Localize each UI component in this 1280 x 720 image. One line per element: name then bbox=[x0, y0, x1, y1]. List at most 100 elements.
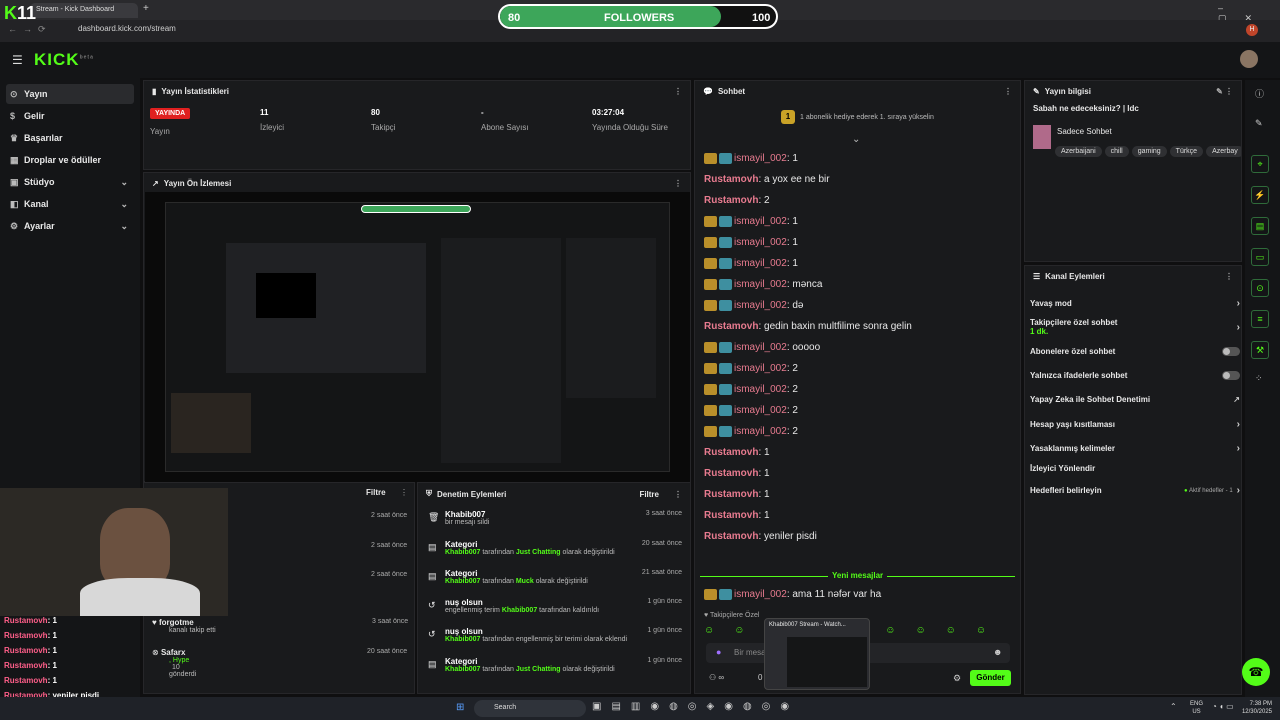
info-icon[interactable]: ⓘ bbox=[1255, 87, 1264, 100]
sidebar-item-ayarlar[interactable]: ⚙ Ayarlar ⌄ bbox=[6, 216, 134, 236]
stream-category[interactable]: Sadece Sohbet bbox=[1057, 127, 1112, 136]
chevron-right-icon: › bbox=[1236, 321, 1240, 333]
more-icon[interactable]: ⋮ bbox=[674, 87, 682, 96]
edit-icon[interactable]: ✎ bbox=[1255, 118, 1263, 129]
filter-button[interactable]: Filtre bbox=[639, 490, 659, 499]
rail-target-icon[interactable]: ⌖ bbox=[1251, 155, 1269, 173]
log-user[interactable]: Khabib007 bbox=[445, 578, 480, 585]
sidebar-item-yayin[interactable]: ⊙ Yayın bbox=[6, 84, 134, 104]
activity-user[interactable]: forgotme bbox=[159, 618, 194, 627]
sidebar-item-basarilar[interactable]: ♛ Başarılar bbox=[6, 128, 134, 148]
toggle-switch[interactable] bbox=[1222, 371, 1240, 380]
collapse-icon[interactable]: ⌄ bbox=[852, 134, 860, 145]
browser-tab[interactable]: Stream - Kick Dashboard bbox=[30, 3, 138, 18]
chat-username[interactable]: ismayil_002 bbox=[734, 300, 787, 311]
rail-chat-icon[interactable]: ▭ bbox=[1251, 248, 1269, 266]
taskbar-clock[interactable]: 7:38 PM 12/30/2025 bbox=[1240, 700, 1272, 716]
sidebar-item-studyo[interactable]: ▣ Stüdyo ⌄ bbox=[6, 172, 134, 192]
tag[interactable]: Türkçe bbox=[1169, 146, 1204, 157]
tag[interactable]: Azerbaijani bbox=[1055, 146, 1102, 157]
rail-server-icon[interactable]: ≡ bbox=[1251, 310, 1269, 328]
windows-start-icon[interactable]: ⊞ bbox=[456, 702, 464, 713]
taskbar-apps[interactable]: ▣▤▥◉◍◎◈◉◍◎◉ bbox=[592, 701, 799, 712]
action-followers-only[interactable]: Takipçilere özel sohbet 1 dk. › bbox=[1030, 318, 1240, 336]
apps-icon[interactable]: ⁘ bbox=[1255, 373, 1263, 384]
action-subscribers-only[interactable]: Abonelere özel sohbet bbox=[1030, 347, 1240, 356]
chat-username[interactable]: ismayil_002 bbox=[734, 405, 787, 416]
action-account-age[interactable]: Hesap yaşı kısıtlaması › bbox=[1030, 419, 1240, 430]
send-button[interactable]: Gönder bbox=[970, 670, 1011, 686]
action-emotes-only[interactable]: Yalnızca ifadelerle sohbet bbox=[1030, 371, 1240, 380]
more-icon[interactable]: ⋮ bbox=[674, 490, 682, 499]
nav-buttons[interactable]: ←→⟳ bbox=[8, 24, 52, 35]
action-ai-moderation[interactable]: Yapay Zeka ile Sohbet Denetimi ↗ bbox=[1030, 395, 1240, 404]
tray-icons[interactable]: ⌃ bbox=[1170, 702, 1177, 711]
more-icon[interactable]: ⋮ bbox=[1225, 272, 1233, 281]
chat-username[interactable]: Rustamovh bbox=[704, 489, 758, 500]
chat-settings-icon[interactable]: ⚙ bbox=[953, 673, 961, 684]
user-avatar[interactable] bbox=[1240, 50, 1258, 68]
taskbar-preview-popup[interactable]: Khabib007 Stream - Watch... bbox=[764, 618, 870, 690]
chat-username[interactable]: Rustamovh bbox=[704, 195, 758, 206]
chat-username[interactable]: ismayil_002 bbox=[734, 258, 787, 269]
stream-preview[interactable] bbox=[145, 192, 690, 482]
rail-wrench-icon[interactable]: ⚒ bbox=[1251, 341, 1269, 359]
sidebar-item-droplar[interactable]: ▦ Droplar ve ödüller bbox=[6, 150, 134, 170]
chat-username[interactable]: ismayil_002 bbox=[734, 426, 787, 437]
url-field[interactable]: dashboard.kick.com/stream bbox=[78, 24, 176, 33]
log-user[interactable]: Khabib007 bbox=[445, 666, 480, 673]
action-redirect[interactable]: İzleyici Yönlendir bbox=[1030, 464, 1240, 473]
log-category[interactable]: Just Chatting bbox=[516, 666, 561, 673]
more-icon[interactable]: ⋮ bbox=[1004, 87, 1012, 96]
tag[interactable]: gaming bbox=[1131, 146, 1167, 157]
rail-bolt-icon[interactable]: ⚡ bbox=[1251, 186, 1269, 204]
log-user[interactable]: Khabib007 bbox=[445, 549, 480, 556]
toggle-switch[interactable] bbox=[1222, 347, 1240, 356]
network-volume-icon[interactable]: ◔ ◖ ▭ bbox=[1212, 702, 1234, 711]
chat-username[interactable]: Rustamovh bbox=[704, 321, 758, 332]
stat-value: - bbox=[481, 108, 484, 117]
taskbar-search[interactable]: Search bbox=[474, 700, 586, 717]
filter-button[interactable]: Filtre bbox=[366, 488, 386, 497]
more-icon[interactable]: ⋮ bbox=[400, 488, 408, 497]
chat-username[interactable]: ismayil_002 bbox=[734, 237, 787, 248]
mic-icon[interactable]: ● bbox=[716, 647, 721, 657]
activity-user[interactable]: Safarx bbox=[161, 648, 185, 657]
chat-username[interactable]: ismayil_002 bbox=[734, 216, 787, 227]
sidebar-item-gelir[interactable]: $ Gelir bbox=[6, 106, 134, 126]
emoji-icon[interactable]: ☻ bbox=[993, 647, 1002, 657]
log-category[interactable]: Muck bbox=[516, 578, 534, 585]
input-language[interactable]: ENG US bbox=[1190, 700, 1203, 716]
sidebar-item-kanal[interactable]: ◧ Kanal ⌄ bbox=[6, 194, 134, 214]
chat-username[interactable]: Rustamovh bbox=[704, 510, 758, 521]
chat-username[interactable]: ismayil_002 bbox=[734, 342, 787, 353]
action-goals[interactable]: Hedefleri belirleyin ● Aktif hedefler - 1… bbox=[1030, 485, 1240, 496]
tag[interactable]: Azerbay bbox=[1206, 146, 1241, 157]
action-banned-words[interactable]: Yasaklanmış kelimeler › bbox=[1030, 443, 1240, 454]
chat-username[interactable]: ismayil_002 bbox=[734, 589, 787, 600]
rail-broadcast-icon[interactable]: ⊙ bbox=[1251, 279, 1269, 297]
edit-icon[interactable]: ✎ ⋮ bbox=[1216, 87, 1233, 96]
chat-username[interactable]: Rustamovh bbox=[704, 531, 758, 542]
chat-username[interactable]: Rustamovh bbox=[704, 447, 758, 458]
chat-username[interactable]: ismayil_002 bbox=[734, 384, 787, 395]
chat-username[interactable]: ismayil_002 bbox=[734, 363, 787, 374]
chat-username[interactable]: ismayil_002 bbox=[734, 153, 787, 164]
rail-doc-icon[interactable]: ▤ bbox=[1251, 217, 1269, 235]
log-user[interactable]: Khabib007 bbox=[445, 636, 480, 643]
support-button[interactable]: ☎ bbox=[1242, 658, 1270, 686]
profile-avatar[interactable]: H bbox=[1246, 24, 1258, 36]
log-user[interactable]: Khabib007 bbox=[502, 607, 537, 614]
chat-username[interactable]: ismayil_002 bbox=[734, 279, 787, 290]
menu-icon[interactable]: ☰ bbox=[12, 53, 23, 67]
kick-logo[interactable]: KICKbeta bbox=[34, 50, 94, 70]
log-category[interactable]: Just Chatting bbox=[516, 549, 561, 556]
chat-tools-icon[interactable]: ⚇ ∞ bbox=[709, 673, 724, 682]
activity-row: ♥ forgotme kanalı takip etti 3 saat önce bbox=[152, 618, 412, 634]
more-icon[interactable]: ⋮ bbox=[674, 179, 682, 188]
tag[interactable]: chill bbox=[1104, 146, 1129, 157]
chat-username[interactable]: Rustamovh bbox=[704, 174, 758, 185]
chat-username[interactable]: Rustamovh bbox=[704, 468, 758, 479]
new-tab-button[interactable]: + bbox=[143, 3, 149, 14]
action-slow-mode[interactable]: Yavaş mod › bbox=[1030, 298, 1240, 309]
